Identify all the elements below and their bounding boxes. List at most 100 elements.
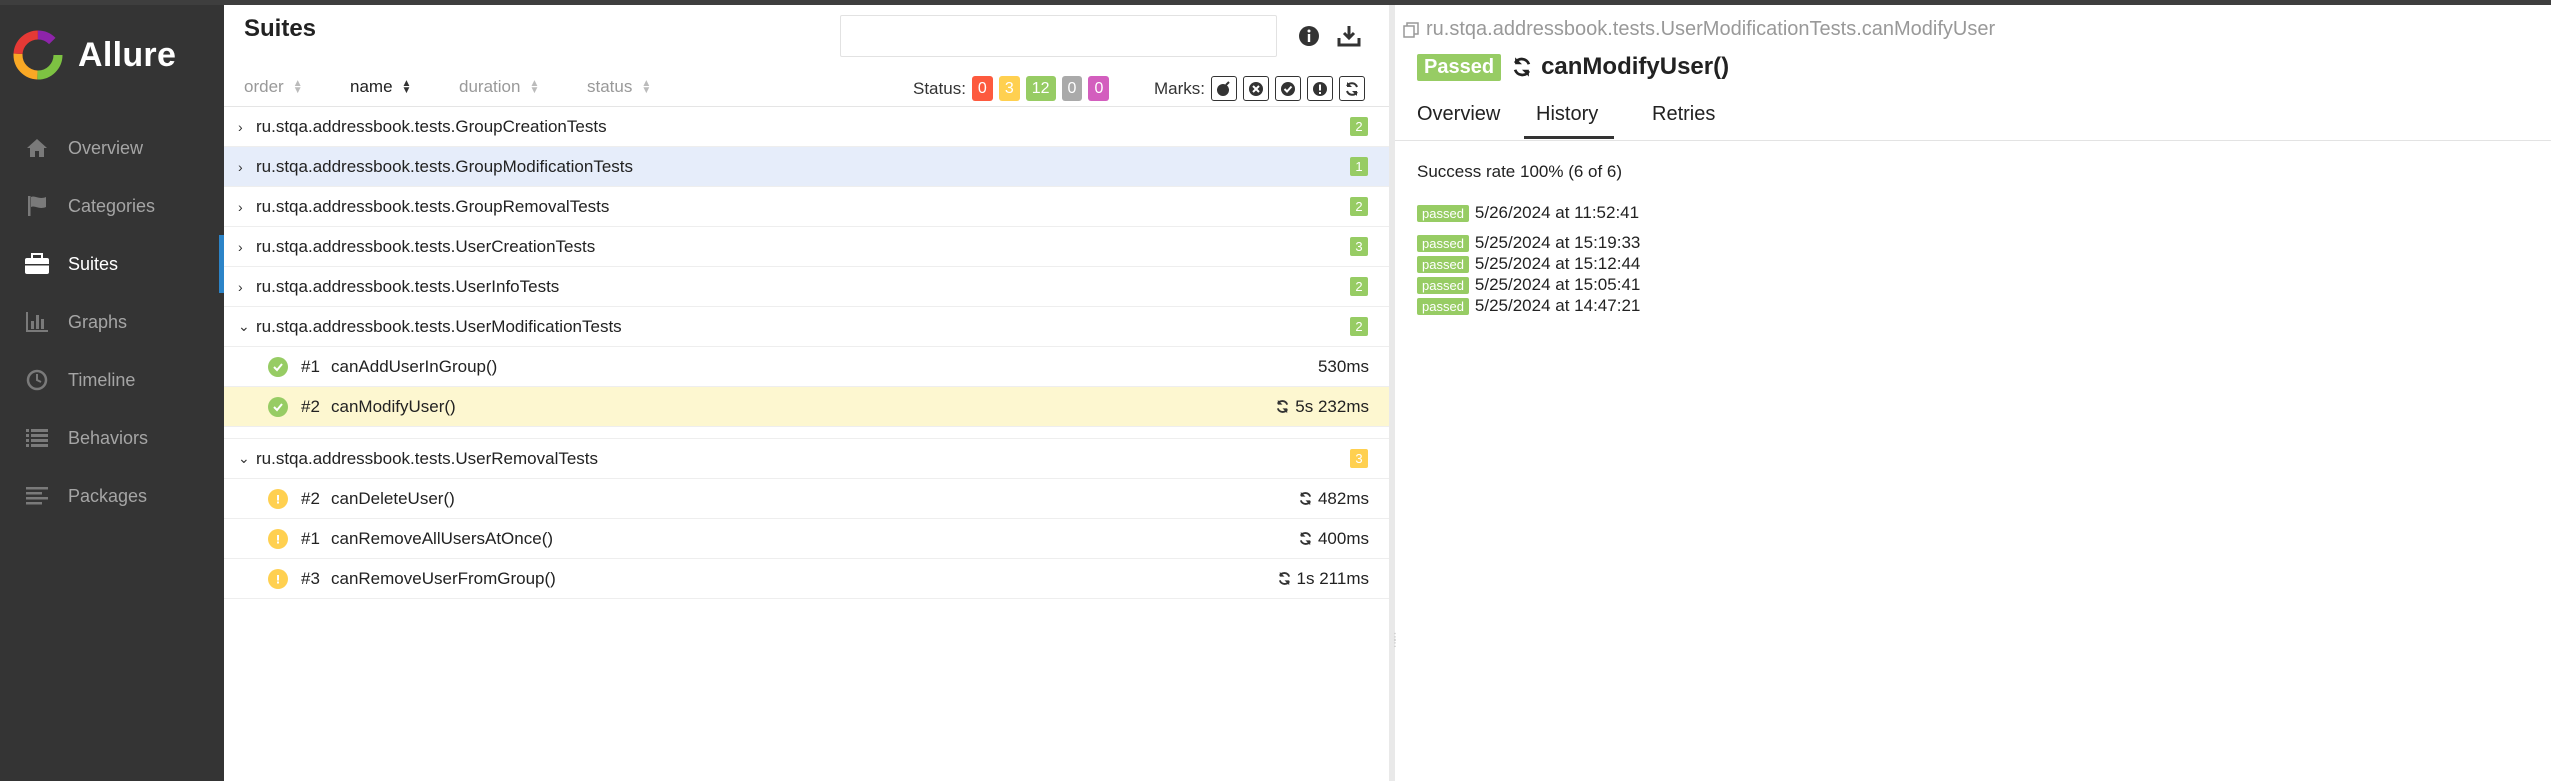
clock-icon (22, 365, 52, 395)
history-time: 5/25/2024 at 15:12:44 (1474, 254, 1641, 273)
info-icon[interactable] (1296, 23, 1322, 49)
sidebar-item-label: Behaviors (68, 427, 149, 448)
sort-duration[interactable]: duration ▲ ▼ (459, 77, 539, 97)
group-spacer (224, 427, 1389, 439)
test-duration: 400ms (1298, 529, 1369, 549)
test-name: canRemoveUserFromGroup() (331, 568, 556, 588)
test-duration: 482ms (1298, 489, 1369, 509)
test-row[interactable]: #1 canAddUserInGroup() 530ms (224, 347, 1389, 387)
history-item[interactable]: passed 5/26/2024 at 11:52:41 (1417, 203, 1639, 223)
history-time: 5/26/2024 at 11:52:41 (1474, 203, 1640, 222)
page-title: Suites (244, 15, 317, 42)
suite-group-row[interactable]: ⌄ ru.stqa.addressbook.tests.UserRemovalT… (224, 439, 1389, 479)
history-item[interactable]: passed 5/25/2024 at 15:12:44 (1417, 254, 1640, 274)
suite-count-badge: 3 (1350, 237, 1368, 256)
sidebar-item-label: Timeline (68, 369, 136, 390)
suite-count-badge: 2 (1350, 197, 1368, 216)
status-failed-badge[interactable]: 0 (971, 76, 993, 101)
sidebar-item-behaviors[interactable]: Behaviors (0, 409, 224, 467)
new-failed-mark-icon[interactable] (1243, 76, 1269, 101)
test-row[interactable]: #1 canRemoveAllUsersAtOnce() 400ms (224, 519, 1389, 559)
sort-label: status (587, 77, 633, 96)
duration-text: 1s 211ms (1296, 568, 1369, 588)
history-status-badge: passed (1417, 297, 1469, 315)
sidebar-item-graphs[interactable]: Graphs (0, 293, 224, 351)
history-item[interactable]: passed 5/25/2024 at 15:05:41 (1417, 275, 1640, 295)
test-details-pane: ru.stqa.addressbook.tests.UserModificati… (1395, 5, 2551, 781)
sidebar-item-label: Overview (68, 137, 144, 158)
history-item[interactable]: passed 5/25/2024 at 15:19:33 (1417, 233, 1640, 253)
suite-count-badge: 2 (1350, 117, 1368, 136)
duration-text: 400ms (1317, 528, 1369, 548)
test-number: #2 (301, 488, 320, 508)
retries-icon (1299, 491, 1312, 506)
tab-history[interactable]: History (1524, 103, 1615, 139)
suite-group-row[interactable]: › ru.stqa.addressbook.tests.UserCreation… (224, 227, 1389, 267)
suite-count-badge: 2 (1350, 317, 1368, 336)
home-icon (22, 133, 52, 163)
sidebar-item-label: Suites (68, 253, 119, 274)
tab-overview[interactable]: Overview (1417, 103, 1500, 136)
suite-name: ru.stqa.addressbook.tests.UserModificati… (256, 316, 622, 336)
tab-retries[interactable]: Retries (1652, 103, 1715, 136)
sidebar-item-categories[interactable]: Categories (0, 177, 224, 235)
search-input[interactable] (840, 15, 1277, 57)
suite-group-row[interactable]: › ru.stqa.addressbook.tests.GroupRemoval… (224, 187, 1389, 227)
sidebar-item-overview[interactable]: Overview (0, 119, 224, 177)
sort-order[interactable]: order ▲ ▼ (244, 77, 303, 97)
marks-filter: Marks: (1154, 76, 1365, 101)
suites-tree: › ru.stqa.addressbook.tests.GroupCreatio… (224, 107, 1389, 599)
brand-name: Allure (78, 35, 177, 74)
marks-label: Marks: (1154, 78, 1205, 98)
test-number: #1 (301, 528, 320, 548)
test-number: #3 (301, 568, 320, 588)
download-icon[interactable] (1336, 23, 1362, 49)
broken-status-icon (268, 489, 288, 509)
briefcase-icon (22, 249, 52, 279)
test-number: #2 (301, 396, 320, 416)
sidebar-item-packages[interactable]: Packages (0, 467, 224, 525)
new-passed-mark-icon[interactable] (1275, 76, 1301, 101)
sidebar-nav: Overview Categories Suites Graphs Timeli… (0, 119, 224, 525)
history-item[interactable]: passed 5/25/2024 at 14:47:21 (1417, 296, 1640, 316)
test-row[interactable]: #2 canDeleteUser() 482ms (224, 479, 1389, 519)
status-filter: Status: 0 3 12 0 0 (913, 76, 1110, 101)
suite-group-row[interactable]: › ru.stqa.addressbook.tests.GroupCreatio… (224, 107, 1389, 147)
retries-icon (1299, 531, 1312, 546)
status-unknown-badge[interactable]: 0 (1088, 76, 1110, 101)
flag-icon (22, 191, 52, 221)
copy-icon[interactable] (1403, 21, 1419, 38)
test-title-text: canModifyUser() (1541, 53, 1730, 80)
sort-label: name (350, 77, 393, 96)
suites-pane: Suites order ▲ ▼ name ▲ ▼ duration ▲ ▼ stat… (224, 5, 1389, 781)
new-broken-mark-icon[interactable] (1307, 76, 1333, 101)
status-skipped-badge[interactable]: 0 (1061, 76, 1083, 101)
suite-group-row[interactable]: ⌄ ru.stqa.addressbook.tests.UserModifica… (224, 307, 1389, 347)
sort-status[interactable]: status ▲ ▼ (587, 77, 651, 97)
sidebar-item-suites[interactable]: Suites (0, 235, 224, 293)
history-status-badge: passed (1417, 234, 1469, 252)
suite-name: ru.stqa.addressbook.tests.UserInfoTests (256, 276, 560, 296)
retries-mark-icon[interactable] (1339, 76, 1365, 101)
flaky-mark-icon[interactable] (1211, 76, 1237, 101)
test-row-selected[interactable]: #2 canModifyUser() 5s 232ms (224, 387, 1389, 427)
status-broken-badge[interactable]: 3 (998, 76, 1020, 101)
test-row[interactable]: #3 canRemoveUserFromGroup() 1s 211ms (224, 559, 1389, 599)
history-status-badge: passed (1417, 255, 1469, 273)
sidebar-item-label: Graphs (68, 311, 128, 332)
sidebar-item-timeline[interactable]: Timeline (0, 351, 224, 409)
suite-group-row[interactable]: › ru.stqa.addressbook.tests.GroupModific… (224, 147, 1389, 187)
test-name: canAddUserInGroup() (331, 356, 498, 376)
sort-name[interactable]: name ▲ ▼ (350, 77, 411, 97)
sort-arrows-icon: ▲ ▼ (401, 78, 412, 96)
chevron-right-icon: › (238, 158, 243, 175)
chevron-down-icon: ⌄ (238, 318, 250, 334)
duration-text: 482ms (1317, 488, 1369, 508)
broken-status-icon (268, 529, 288, 549)
history-status-badge: passed (1417, 276, 1469, 294)
brand[interactable]: Allure (12, 25, 176, 85)
align-left-icon (22, 481, 52, 511)
suite-name: ru.stqa.addressbook.tests.GroupRemovalTe… (256, 196, 610, 216)
suite-group-row[interactable]: › ru.stqa.addressbook.tests.UserInfoTest… (224, 267, 1389, 307)
status-passed-badge[interactable]: 12 (1025, 76, 1056, 101)
